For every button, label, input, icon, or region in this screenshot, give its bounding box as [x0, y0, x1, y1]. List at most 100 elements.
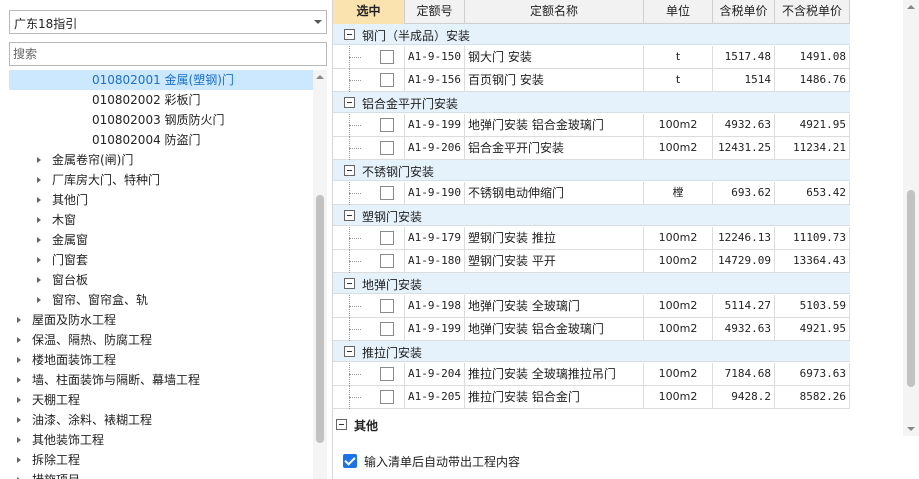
tree-node[interactable]: 油漆、涂料、裱糊工程: [9, 410, 313, 430]
chevron-right-icon[interactable]: [37, 277, 41, 283]
cell-code: A1-9-206: [405, 137, 465, 160]
cell-price-tax: 14729.09: [713, 250, 775, 273]
tree-node[interactable]: 金属卷帘(闸)门: [9, 150, 313, 170]
auto-content-checkbox[interactable]: [343, 454, 357, 468]
table-row[interactable]: A1-9-198 地弹门安装 全玻璃门 100m2 5114.27 5103.59: [333, 295, 850, 318]
table-row[interactable]: A1-9-199 地弹门安装 铝合金玻璃门 100m2 4932.63 4921.95: [333, 114, 850, 137]
chevron-right-icon[interactable]: [17, 457, 21, 463]
tree-scroll-thumb[interactable]: [316, 195, 324, 443]
collapse-icon[interactable]: [344, 97, 355, 108]
collapse-icon[interactable]: [344, 278, 355, 289]
tree-node[interactable]: 措施项目: [9, 470, 313, 479]
row-checkbox[interactable]: [380, 141, 394, 155]
table-row[interactable]: A1-9-179 塑钢门安装 推拉 100m2 12246.13 11109.73: [333, 227, 850, 250]
group-other-label: 其他: [354, 419, 379, 433]
tree-node[interactable]: 木窗: [9, 210, 313, 230]
chevron-right-icon[interactable]: [37, 217, 41, 223]
tree-node-label: 窗帘、窗帘盒、轨: [52, 293, 149, 307]
header-unit[interactable]: 单位: [644, 0, 713, 24]
table-row[interactable]: A1-9-156 百页钢门 安装 t 1514 1486.76: [333, 69, 850, 92]
collapse-icon[interactable]: [344, 210, 355, 221]
collapse-icon[interactable]: [336, 419, 347, 430]
row-checkbox[interactable]: [380, 254, 394, 268]
cell-name: 百页钢门 安装: [465, 69, 644, 92]
table-row[interactable]: A1-9-199 地弹门安装 铝合金玻璃门 100m2 4932.63 4921.95: [333, 318, 850, 341]
group-label: 钢门（半成品）安装: [362, 29, 471, 43]
chevron-right-icon[interactable]: [37, 197, 41, 203]
tree-node[interactable]: 拆除工程: [9, 450, 313, 470]
row-checkbox[interactable]: [380, 186, 394, 200]
tree-node[interactable]: 门窗套: [9, 250, 313, 270]
row-checkbox[interactable]: [380, 231, 394, 245]
collapse-icon[interactable]: [344, 29, 355, 40]
chevron-right-icon[interactable]: [37, 297, 41, 303]
tree-node[interactable]: 其他门: [9, 190, 313, 210]
chevron-right-icon[interactable]: [17, 437, 21, 443]
search-input[interactable]: [9, 42, 327, 66]
table-row[interactable]: A1-9-205 推拉门安装 铝合金门 100m2 9428.2 8582.26: [333, 386, 850, 409]
chevron-right-icon[interactable]: [37, 237, 41, 243]
collapse-icon[interactable]: [344, 346, 355, 357]
group-row[interactable]: 不锈钢门安装: [333, 160, 850, 181]
row-checkbox[interactable]: [380, 118, 394, 132]
chevron-right-icon[interactable]: [37, 177, 41, 183]
tree-node[interactable]: 窗帘、窗帘盒、轨: [9, 290, 313, 310]
grid-scroll-thumb[interactable]: [907, 190, 915, 387]
tree-node-label: 厂库房大门、特种门: [52, 173, 161, 187]
table-row[interactable]: A1-9-206 铝合金平开门安装 100m2 12431.25 11234.21: [333, 137, 850, 160]
tree-node[interactable]: 010802004 防盗门: [9, 130, 313, 150]
index-dropdown[interactable]: 广东18指引: [9, 10, 327, 34]
group-row[interactable]: 推拉门安装: [333, 341, 850, 362]
group-row[interactable]: 地弹门安装: [333, 273, 850, 294]
chevron-right-icon[interactable]: [17, 357, 21, 363]
tree-node[interactable]: 010802003 钢质防火门: [9, 110, 313, 130]
chevron-right-icon[interactable]: [17, 397, 21, 403]
cell-name: 钢大门 安装: [465, 46, 644, 69]
row-checkbox[interactable]: [380, 322, 394, 336]
chevron-right-icon[interactable]: [17, 377, 21, 383]
tree-node[interactable]: 010802002 彩板门: [9, 90, 313, 110]
scroll-down-icon[interactable]: [907, 427, 915, 431]
table-row[interactable]: A1-9-150 钢大门 安装 t 1517.48 1491.08: [333, 46, 850, 69]
table-row[interactable]: A1-9-204 推拉门安装 全玻璃推拉吊门 100m2 7184.68 6973.63: [333, 363, 850, 386]
chevron-right-icon[interactable]: [17, 417, 21, 423]
table-row[interactable]: A1-9-180 塑钢门安装 平开 100m2 14729.09 13364.43: [333, 250, 850, 273]
tree-node-label: 措施项目: [32, 470, 80, 479]
tree-node[interactable]: 保温、隔热、防腐工程: [9, 330, 313, 350]
header-name[interactable]: 定额名称: [465, 0, 644, 24]
group-other[interactable]: 其他: [333, 414, 850, 436]
tree-node[interactable]: 墙、柱面装饰与隔断、幕墙工程: [9, 370, 313, 390]
tree-node[interactable]: 金属窗: [9, 230, 313, 250]
row-checkbox[interactable]: [380, 50, 394, 64]
group-row[interactable]: 塑钢门安装: [333, 205, 850, 226]
tree-node[interactable]: 屋面及防水工程: [9, 310, 313, 330]
tree-node[interactable]: 楼地面装饰工程: [9, 350, 313, 370]
scroll-up-icon[interactable]: [907, 5, 915, 9]
group-row[interactable]: 钢门（半成品）安装: [333, 24, 850, 45]
chevron-right-icon[interactable]: [37, 157, 41, 163]
tree-node[interactable]: 010802001 金属(塑钢)门: [9, 70, 313, 90]
header-price-tax[interactable]: 含税单价: [713, 0, 775, 24]
chevron-down-icon[interactable]: [314, 20, 322, 24]
group-row[interactable]: 铝合金平开门安装: [333, 92, 850, 113]
cell-unit: 100m2: [644, 318, 713, 341]
chevron-right-icon[interactable]: [17, 337, 21, 343]
chevron-right-icon[interactable]: [17, 317, 21, 323]
header-code[interactable]: 定额号: [405, 0, 465, 24]
grid-scrollbar[interactable]: [903, 0, 919, 436]
tree-node[interactable]: 其他装饰工程: [9, 430, 313, 450]
tree-scrollbar[interactable]: [313, 70, 327, 479]
scroll-up-icon[interactable]: [316, 75, 324, 79]
tree-node[interactable]: 厂库房大门、特种门: [9, 170, 313, 190]
row-checkbox[interactable]: [380, 299, 394, 313]
row-checkbox[interactable]: [380, 73, 394, 87]
tree-node[interactable]: 天棚工程: [9, 390, 313, 410]
row-checkbox[interactable]: [380, 367, 394, 381]
header-price-notax[interactable]: 不含税单价: [775, 0, 850, 24]
collapse-icon[interactable]: [344, 165, 355, 176]
tree-node[interactable]: 窗台板: [9, 270, 313, 290]
chevron-right-icon[interactable]: [37, 257, 41, 263]
table-row[interactable]: A1-9-190 不锈钢电动伸缩门樘 693.62 653.42: [333, 182, 850, 205]
row-checkbox[interactable]: [380, 390, 394, 404]
header-selected[interactable]: 选中: [333, 0, 405, 24]
